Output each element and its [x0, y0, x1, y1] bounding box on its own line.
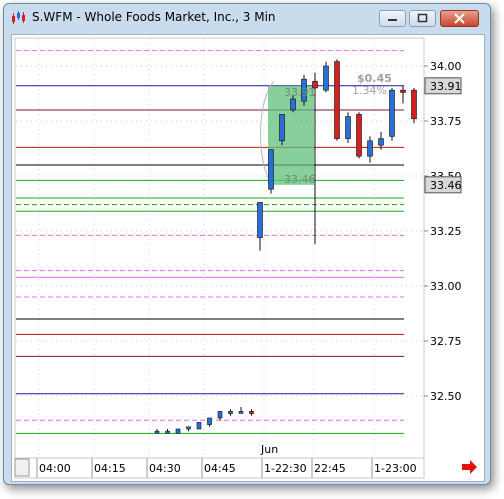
- candle: [389, 88, 395, 141]
- price-tick-label: 32.50: [430, 390, 462, 403]
- candle-body: [279, 114, 285, 142]
- candle-body: [411, 89, 417, 120]
- candle-body: [389, 89, 395, 137]
- time-tick-label: 1-22:30: [264, 462, 307, 475]
- candle-body: [400, 89, 406, 93]
- candle: [334, 59, 340, 141]
- candle-body: [334, 61, 340, 139]
- minimize-icon: [388, 19, 397, 21]
- close-button[interactable]: [440, 10, 479, 27]
- chart-area[interactable]: 33.91 33.46 $0.45 1.34% 34.0033.7533.503…: [11, 34, 485, 482]
- candle: [356, 112, 362, 159]
- time-tick-label: 04:45: [204, 462, 236, 475]
- candle-body: [228, 411, 233, 414]
- candle-body: [323, 65, 329, 91]
- window-title: S.WFM - Whole Foods Market, Inc., 3 Min: [32, 10, 276, 24]
- price-axis[interactable]: 34.0033.7533.5033.2533.0032.7532.50: [423, 38, 462, 458]
- change-pct-label: 1.34%: [352, 84, 387, 97]
- maximize-button[interactable]: [409, 10, 436, 27]
- candle-early: [175, 428, 181, 434]
- candle-body: [356, 114, 362, 157]
- price-marker-low-label: 33.46: [430, 179, 462, 192]
- month-label: Jun: [260, 443, 278, 456]
- scroll-right-arrow-icon[interactable]: [462, 460, 477, 474]
- minimize-button[interactable]: [379, 10, 406, 27]
- candle: [279, 114, 285, 146]
- app-candlestick-icon: [12, 11, 25, 24]
- candle-body: [165, 430, 170, 434]
- candle-body: [378, 138, 384, 146]
- time-tick-label: 04:00: [39, 462, 71, 475]
- price-tick-label: 33.00: [430, 280, 462, 293]
- title-bar[interactable]: S.WFM - Whole Foods Market, Inc., 3 Min: [4, 4, 490, 31]
- time-axis-corner: [14, 458, 30, 477]
- candle-body: [217, 411, 223, 419]
- price-tick-label: 34.00: [430, 60, 462, 73]
- candle-body: [186, 426, 191, 430]
- candle-early: [196, 422, 202, 430]
- plot-frame: [14, 37, 425, 459]
- candle: [411, 88, 417, 124]
- candle-body: [249, 411, 254, 414]
- candle-body: [196, 422, 202, 430]
- candle-body: [175, 428, 181, 434]
- chart-window: S.WFM - Whole Foods Market, Inc., 3 Min …: [3, 3, 491, 485]
- time-tick-label: 04:30: [149, 462, 181, 475]
- candle-body: [290, 98, 296, 111]
- maximize-icon: [417, 13, 428, 23]
- close-icon: [454, 13, 465, 24]
- candle: [345, 112, 351, 143]
- candle-body: [207, 417, 212, 425]
- price-marker-high-label: 33.91: [430, 80, 462, 93]
- price-marker-low: 33.46: [424, 176, 462, 194]
- time-tick-label: 04:15: [94, 462, 126, 475]
- zone-low-label: 33.46: [284, 173, 316, 186]
- price-tick-label: 33.75: [430, 115, 462, 128]
- candle-body: [238, 411, 244, 414]
- candle: [323, 61, 329, 93]
- price-tick-label: 32.75: [430, 335, 462, 348]
- time-tick-label: 22:45: [314, 462, 346, 475]
- candle-body: [367, 140, 373, 157]
- time-tick-label: 1-23:00: [374, 462, 417, 475]
- candle-body: [345, 116, 351, 139]
- candle-body: [268, 149, 274, 190]
- candle-body: [154, 430, 160, 434]
- price-tick-label: 33.25: [430, 225, 462, 238]
- price-chart[interactable]: 33.91 33.46 $0.45 1.34% 34.0033.7533.503…: [12, 35, 484, 481]
- candle-body: [257, 202, 263, 238]
- price-marker-high: 33.91: [424, 77, 462, 95]
- candle: [268, 149, 274, 194]
- zone-high-label: 33.91: [284, 86, 316, 99]
